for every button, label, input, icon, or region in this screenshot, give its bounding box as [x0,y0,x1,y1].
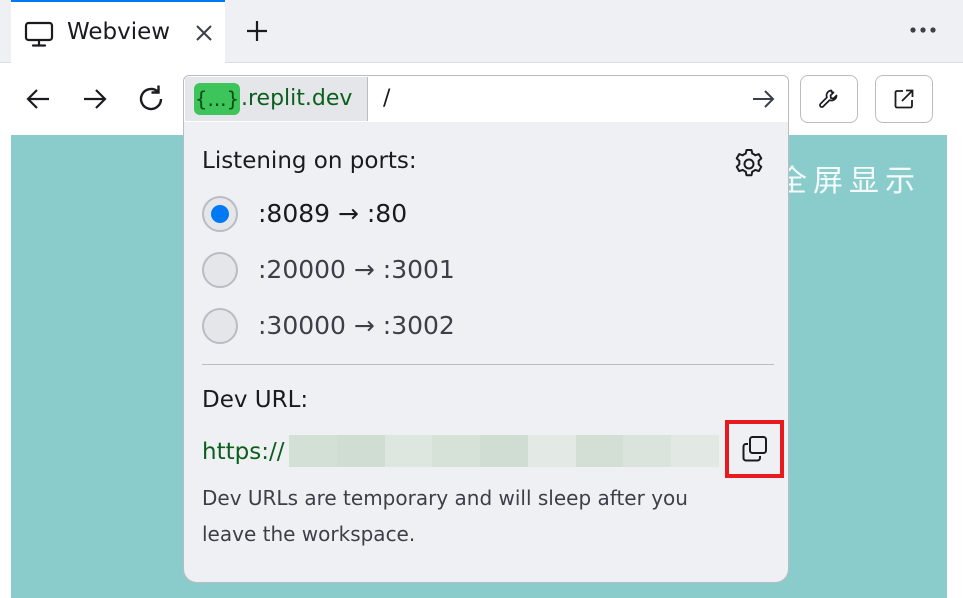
ports-title: Listening on ports: [202,148,417,174]
tab-bar: Webview [0,0,963,63]
port-radio[interactable] [202,308,238,344]
copy-url-button[interactable] [725,420,784,478]
monitor-icon [24,21,54,47]
go-arrow-icon[interactable] [750,86,776,112]
ports-popover: Listening on ports: :8089 → :80 :20000 →… [183,122,789,583]
more-options-icon[interactable] [908,20,938,40]
dev-url-prefix[interactable]: https:// [202,436,284,468]
fullscreen-text[interactable]: 全屏显示 [777,160,921,204]
copy-icon [742,436,767,462]
external-link-icon [894,89,914,109]
tab-webview[interactable]: Webview [11,0,225,63]
back-icon[interactable] [22,83,54,115]
port-label: :30000 → :3002 [258,311,455,340]
reload-icon[interactable] [135,83,167,115]
close-icon[interactable] [193,22,215,44]
gear-icon[interactable] [732,147,766,181]
wrench-icon [819,89,838,108]
dev-url-title: Dev URL: [202,387,309,413]
host-suffix: .replit.dev [241,86,353,111]
port-label: :20000 → :3001 [258,255,455,284]
tab-title: Webview [67,19,171,45]
port-radio[interactable] [202,252,238,288]
forward-icon[interactable] [79,83,111,115]
redacted-url [289,435,720,467]
url-path[interactable]: / [383,84,390,114]
host-badge: {...} [194,83,240,115]
url-host: {...} .replit.dev [185,77,368,121]
open-external-button[interactable] [875,75,933,123]
devtools-button[interactable] [800,75,858,123]
url-field[interactable]: {...} .replit.dev / [183,75,789,123]
divider [202,364,774,365]
port-label: :8089 → :80 [258,199,408,228]
port-radio-selected[interactable] [202,196,238,232]
dev-url-note: Dev URLs are temporary and will sleep af… [202,486,688,546]
plus-icon[interactable] [244,18,270,44]
